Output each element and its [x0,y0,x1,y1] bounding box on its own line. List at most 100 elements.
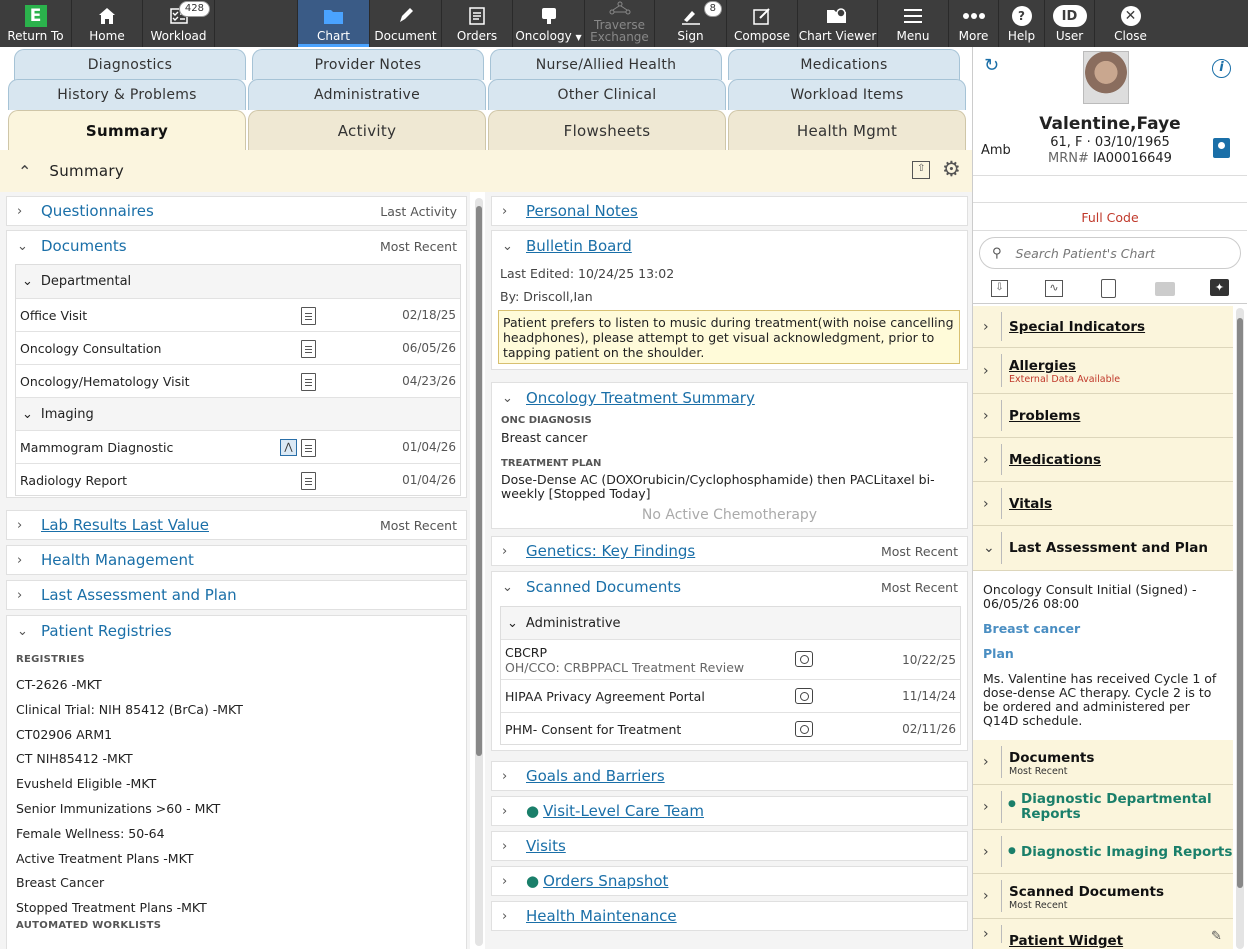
export-icon[interactable]: ⇧ [912,161,930,179]
sidebar-scrollbar[interactable] [1236,308,1244,949]
care-team-section[interactable]: › ● Visit-Level Care Team [491,796,968,826]
problems-section[interactable]: › Problems [973,394,1233,438]
tab-provider-notes[interactable]: Provider Notes [252,49,484,80]
chevron-down-icon[interactable]: ⌄ [17,239,31,254]
user-button[interactable]: ID User [1045,0,1095,47]
imaging-group[interactable]: ⌄ Imaging [16,397,460,430]
compose-button[interactable]: Compose [727,0,798,47]
visits-title[interactable]: Visits [526,837,566,855]
genetics-section[interactable]: › Genetics: Key Findings Most Recent [491,536,968,566]
lab-results-section[interactable]: › Lab Results Last Value Most Recent [6,510,467,540]
last-assessment-section[interactable]: › Last Assessment and Plan [6,580,467,610]
document-button[interactable]: Document [370,0,442,47]
scanned-documents-sidebar-section[interactable]: › Scanned Documents Most Recent [973,874,1233,919]
special-indicators-section[interactable]: › Special Indicators [973,306,1233,348]
scanned-date: 10/22/25 [902,653,956,667]
refresh-icon[interactable]: ↻ [984,55,999,76]
oncology-summary-title[interactable]: Oncology Treatment Summary [526,389,755,407]
scrollbar-thumb[interactable] [476,206,482,756]
info-icon[interactable]: i [1212,59,1231,78]
compose-label: Compose [733,29,790,43]
personal-notes-title[interactable]: Personal Notes [526,202,638,220]
chevron-down-icon[interactable]: ⌄ [502,580,516,595]
tab-activity[interactable]: Activity [248,110,486,150]
genetics-title[interactable]: Genetics: Key Findings [526,542,695,560]
scanned-row[interactable]: PHM- Consent for Treatment 02/11/26 [501,712,960,745]
tab-health-mgmt[interactable]: Health Mgmt [728,110,966,150]
menu-button[interactable]: Menu [878,0,949,47]
personal-notes-section[interactable]: › Personal Notes [491,196,968,226]
diagnostic-imaging-section[interactable]: › ● Diagnostic Imaging Reports [973,830,1233,874]
oncology-label: Oncology ▼ [515,29,581,43]
medications-section[interactable]: › Medications [973,438,1233,482]
chart-search-input[interactable]: ⚲ Search Patient's Chart [979,237,1241,269]
tab-other-clinical[interactable]: Other Clinical [488,79,726,110]
return-to-button[interactable]: E Return To [0,0,72,47]
tab-flowsheets[interactable]: Flowsheets [488,110,726,150]
chevron-down-icon[interactable]: ⌄ [17,624,31,639]
care-team-title[interactable]: Visit-Level Care Team [543,802,704,820]
health-maintenance-title[interactable]: Health Maintenance [526,907,677,925]
orders-snapshot-section[interactable]: › ● Orders Snapshot [491,866,968,896]
tab-history-problems[interactable]: History & Problems [8,79,246,110]
sign-button[interactable]: 8 Sign [655,0,727,47]
home-button[interactable]: Home [72,0,143,47]
gear-icon[interactable]: ⚙ [942,157,961,181]
ai-chat-icon[interactable]: ✦ [1210,279,1229,296]
chevron-down-icon[interactable]: ⌄ [502,239,516,254]
tab-administrative[interactable]: Administrative [248,79,486,110]
document-row[interactable]: Office Visit 02/18/25 [16,298,460,331]
document-row[interactable]: Radiology Report 01/04/26 [16,463,460,496]
orders-button[interactable]: Orders [442,0,513,47]
more-button[interactable]: More [949,0,999,47]
health-management-section[interactable]: › Health Management [6,545,467,575]
oncology-menu-button[interactable]: Oncology ▼ [513,0,585,47]
code-status: Full Code [973,202,1247,231]
bulletin-board-title[interactable]: Bulletin Board [526,237,632,255]
patient-widget-section[interactable]: › Patient Widget ✎ [973,919,1233,949]
tab-workload-items[interactable]: Workload Items [728,79,966,110]
goals-barriers-section[interactable]: › Goals and Barriers [491,761,968,791]
lungs-image-icon[interactable]: ⋀ [280,439,297,456]
tab-summary[interactable]: Summary [8,110,246,150]
tab-medications[interactable]: Medications [728,49,960,80]
visits-section[interactable]: › Visits [491,831,968,861]
goals-barriers-title[interactable]: Goals and Barriers [526,767,665,785]
folder-icon [1155,282,1175,296]
departmental-group[interactable]: ⌄ Departmental [16,265,460,298]
document-row[interactable]: Oncology Consultation 06/05/26 [16,331,460,364]
orders-snapshot-title[interactable]: Orders Snapshot [543,872,668,890]
diagnostic-departmental-section[interactable]: › ● Diagnostic Departmental Reports [973,785,1233,830]
administrative-group[interactable]: ⌄ Administrative [501,607,960,639]
diagnostic-imaging-title: Diagnostic Imaging Reports [1021,843,1233,860]
chart-viewer-button[interactable]: Chart Viewer [798,0,878,47]
close-button[interactable]: ✕ Close [1095,0,1166,47]
document-row[interactable]: Mammogram Diagnostic ⋀ 01/04/26 [16,430,460,463]
scrollbar[interactable] [475,198,483,946]
documents-sidebar-section[interactable]: › Documents Most Recent [973,740,1233,785]
traverse-exchange-button[interactable]: Traverse Exchange [585,0,655,47]
chart-button[interactable]: Chart [298,0,370,47]
chart-line-icon[interactable]: ∿ [1045,280,1063,297]
collapse-up-icon[interactable]: ⌃ [18,162,31,181]
download-tray-icon[interactable]: ⇩ [991,280,1008,297]
scanned-row[interactable]: HIPAA Privacy Agreement Portal 11/14/24 [501,679,960,712]
chevron-right-icon: › [502,768,508,784]
help-button[interactable]: ? Help [999,0,1045,47]
clipboard-icon[interactable] [1101,279,1116,298]
last-assessment-plan-section[interactable]: ⌄ Last Assessment and Plan [973,526,1233,571]
tab-diagnostics[interactable]: Diagnostics [14,49,246,80]
scanned-row[interactable]: CBCRP OH/CCO: CRBPPACL Treatment Review 10… [501,639,960,679]
contact-card-icon[interactable] [1213,138,1230,158]
questionnaires-section[interactable]: › Questionnaires Last Activity [6,196,467,226]
workload-button[interactable]: 428 Workload [143,0,215,47]
tab-nurse-allied-health[interactable]: Nurse/Allied Health [490,49,722,80]
pencil-icon[interactable]: ✎ [1211,929,1222,944]
health-maintenance-section[interactable]: › Health Maintenance [491,901,968,931]
allergies-section[interactable]: › Allergies External Data Available [973,348,1233,394]
vitals-section[interactable]: › Vitals [973,482,1233,526]
lab-results-title[interactable]: Lab Results Last Value [41,516,209,534]
chevron-down-icon[interactable]: ⌄ [502,391,516,406]
sidebar-scrollbar-thumb[interactable] [1237,318,1243,888]
document-row[interactable]: Oncology/Hematology Visit 04/23/26 [16,364,460,397]
